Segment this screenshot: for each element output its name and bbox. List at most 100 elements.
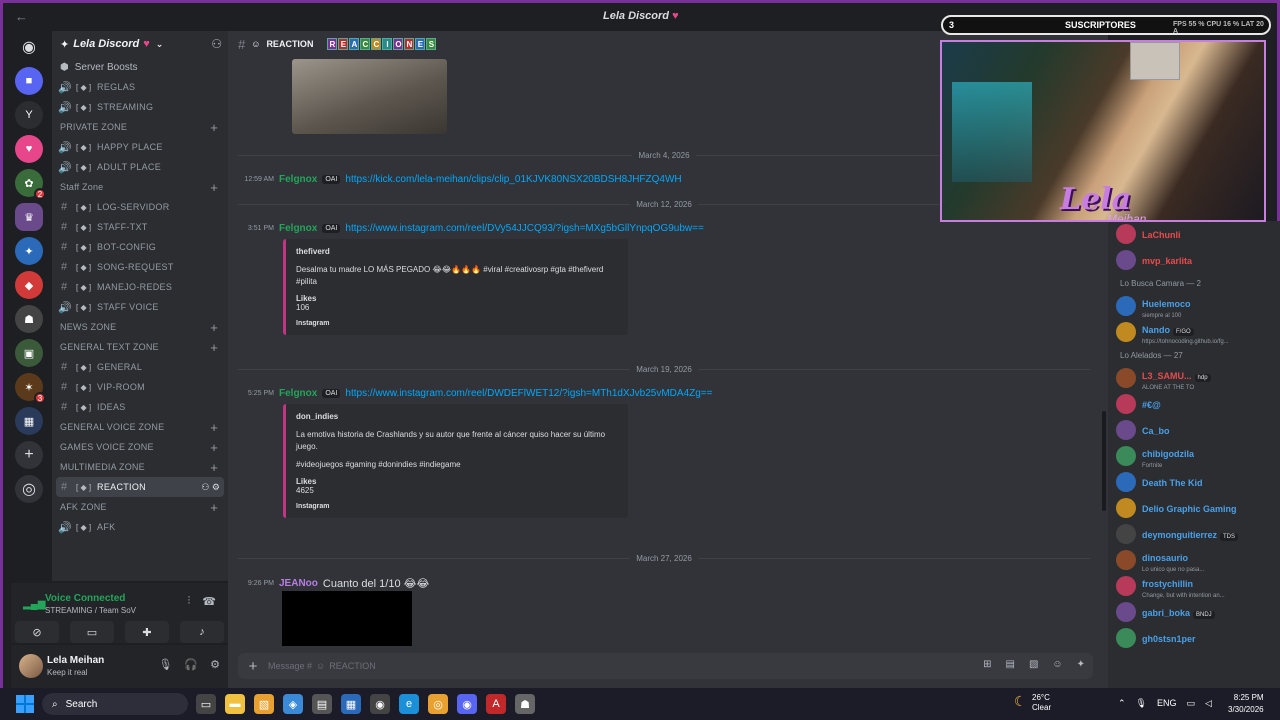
screen-share-icon[interactable]: ▭: [70, 621, 114, 643]
create-channel-icon[interactable]: +: [210, 440, 218, 455]
channel-item[interactable]: # [ ◆ ] BOT-CONFIG: [52, 237, 228, 257]
message-link[interactable]: https://kick.com/lela-meihan/clips/clip_…: [345, 174, 681, 185]
headphones-icon[interactable]: 🎧: [184, 658, 198, 671]
server-icon[interactable]: ▦: [15, 407, 43, 435]
member-item[interactable]: dinosaurio Lo unico que no pasa...: [1108, 547, 1280, 573]
microphone-icon[interactable]: 🎙: [1136, 698, 1147, 709]
member-item[interactable]: chibigodzila Fortnite: [1108, 443, 1280, 469]
channel-item[interactable]: # [ ◆ ] SONG-REQUEST: [52, 257, 228, 277]
activities-icon[interactable]: ✚: [125, 621, 169, 643]
message-author[interactable]: Felgnox: [279, 388, 317, 399]
message-link[interactable]: https://www.instagram.com/reel/DWDEFlWET…: [345, 388, 712, 399]
add-server-icon[interactable]: +: [15, 441, 43, 469]
channel-item[interactable]: 🔊 [ ◆ ] STAFF VOICE: [52, 297, 228, 317]
server-boosts[interactable]: ⬢ Server Boosts: [52, 57, 228, 77]
channel-item[interactable]: # [ ◆ ] MANEJO-REDES: [52, 277, 228, 297]
channel-category[interactable]: MULTIMEDIA ZONE +: [52, 457, 228, 477]
member-item[interactable]: Ca_bo: [1108, 417, 1280, 443]
server-icon[interactable]: ▣: [15, 339, 43, 367]
clock[interactable]: 8:25 PM 3/30/2026: [1228, 692, 1264, 716]
create-channel-icon[interactable]: +: [210, 460, 218, 475]
back-arrow-icon[interactable]: ←: [15, 9, 28, 24]
video-attachment[interactable]: [282, 591, 412, 646]
server-icon[interactable]: ◆: [15, 271, 43, 299]
discord-icon[interactable]: ◉: [457, 694, 477, 714]
member-item[interactable]: L3_SAMU... hdp ALONE AT THE TO: [1108, 365, 1280, 391]
message-author[interactable]: JEANoo: [279, 578, 318, 589]
windows-start-icon[interactable]: [16, 695, 34, 713]
member-item[interactable]: Huelemoco siempre al 100: [1108, 293, 1280, 319]
channel-category[interactable]: GENERAL VOICE ZONE +: [52, 417, 228, 437]
server-icon[interactable]: ✶ 3: [15, 373, 46, 404]
invite-people-icon[interactable]: ⚇: [211, 37, 222, 51]
disconnect-icon[interactable]: ☎: [202, 595, 216, 608]
channel-item[interactable]: 🔊 [ ◆ ] REGLAS: [52, 77, 228, 97]
server-icon-active[interactable]: ♛: [15, 203, 43, 231]
server-icon[interactable]: Y: [15, 101, 43, 129]
member-item[interactable]: #€@: [1108, 391, 1280, 417]
create-channel-icon[interactable]: +: [210, 180, 218, 195]
channel-settings-icon[interactable]: ⚇ ⚙: [201, 482, 220, 493]
channel-item[interactable]: 🔊 [ ◆ ] HAPPY PLACE: [52, 137, 228, 157]
explore-icon[interactable]: ◎: [15, 475, 43, 503]
embed-author[interactable]: thefiverd: [296, 247, 618, 256]
channel-category[interactable]: AFK ZONE +: [52, 497, 228, 517]
camera-icon[interactable]: ⊘: [15, 621, 59, 643]
create-channel-icon[interactable]: +: [210, 120, 218, 135]
server-icon[interactable]: ✦: [15, 237, 43, 265]
channel-item[interactable]: # [ ◆ ] IDEAS: [52, 397, 228, 417]
message-author[interactable]: Felgnox: [279, 174, 317, 185]
channel-category[interactable]: NEWS ZONE +: [52, 317, 228, 337]
create-channel-icon[interactable]: +: [210, 500, 218, 515]
channel-item[interactable]: # [ ◆ ] VIP-ROOM: [52, 377, 228, 397]
obs-icon[interactable]: ◉: [370, 694, 390, 714]
channel-item[interactable]: # [ ◆ ] LOG-SERVIDOR: [52, 197, 228, 217]
apps-icon[interactable]: ✦: [1077, 659, 1085, 670]
channel-item[interactable]: 🔊 [ ◆ ] ADULT PLACE: [52, 157, 228, 177]
settings-gear-icon[interactable]: ⚙: [210, 658, 220, 671]
channel-category[interactable]: GENERAL TEXT ZONE +: [52, 337, 228, 357]
create-channel-icon[interactable]: +: [210, 340, 218, 355]
embed-author[interactable]: don_indies: [296, 412, 618, 421]
chevron-up-icon[interactable]: ⌃: [1118, 698, 1126, 709]
scrollbar[interactable]: [1102, 411, 1106, 511]
member-item[interactable]: gabri_boka BNDJ: [1108, 599, 1280, 625]
avatar[interactable]: [19, 654, 43, 678]
volume-icon[interactable]: ◁: [1205, 698, 1212, 709]
server-header[interactable]: ✦ Lela Discord ♥ ⌄ ⚇: [52, 31, 228, 57]
media-icon[interactable]: ▤: [312, 694, 332, 714]
emoji-icon[interactable]: ☺: [1052, 659, 1062, 670]
create-channel-icon[interactable]: +: [210, 320, 218, 335]
channel-category[interactable]: Staff Zone +: [52, 177, 228, 197]
channel-item[interactable]: 🔊 [ ◆ ] AFK: [52, 517, 228, 537]
edge-icon[interactable]: e: [399, 694, 419, 714]
sticky-notes-icon[interactable]: ▧: [254, 694, 274, 714]
chrome-icon[interactable]: ◎: [428, 694, 448, 714]
noise-suppression-icon[interactable]: ⫶: [188, 595, 191, 608]
language-indicator[interactable]: ENG: [1157, 698, 1177, 709]
soundboard-icon[interactable]: ♪: [180, 621, 224, 643]
message-author[interactable]: Felgnox: [279, 223, 317, 234]
vpn-icon[interactable]: ◈: [283, 694, 303, 714]
channel-item[interactable]: # [ ◆ ] GENERAL: [52, 357, 228, 377]
channel-item[interactable]: # [ ◆ ] REACTION ⚇ ⚙: [56, 477, 224, 497]
microphone-icon[interactable]: 🎙: [158, 658, 172, 671]
server-icon[interactable]: ☗: [15, 305, 43, 333]
member-item[interactable]: gh0stsn1per: [1108, 625, 1280, 651]
file-explorer-icon[interactable]: ▬: [225, 694, 245, 714]
task-view-icon[interactable]: ▭: [196, 694, 216, 714]
gift-icon[interactable]: ⊞: [983, 659, 991, 670]
network-icon[interactable]: ▭: [1187, 698, 1196, 709]
gif-icon[interactable]: ▤: [1005, 659, 1014, 670]
create-channel-icon[interactable]: +: [210, 420, 218, 435]
member-item[interactable]: deymonguitierrez TDS: [1108, 521, 1280, 547]
member-item[interactable]: Death The Kid: [1108, 469, 1280, 495]
member-item[interactable]: mvp_karlita: [1108, 247, 1280, 273]
channel-category[interactable]: PRIVATE ZONE +: [52, 117, 228, 137]
app-icon[interactable]: ☗: [515, 694, 535, 714]
server-icon[interactable]: ✿ 2: [15, 169, 46, 200]
channel-item[interactable]: # [ ◆ ] STAFF-TXT: [52, 217, 228, 237]
app-icon[interactable]: ▦: [341, 694, 361, 714]
app-icon[interactable]: A: [486, 694, 506, 714]
sticker-icon[interactable]: ▧: [1029, 659, 1038, 670]
